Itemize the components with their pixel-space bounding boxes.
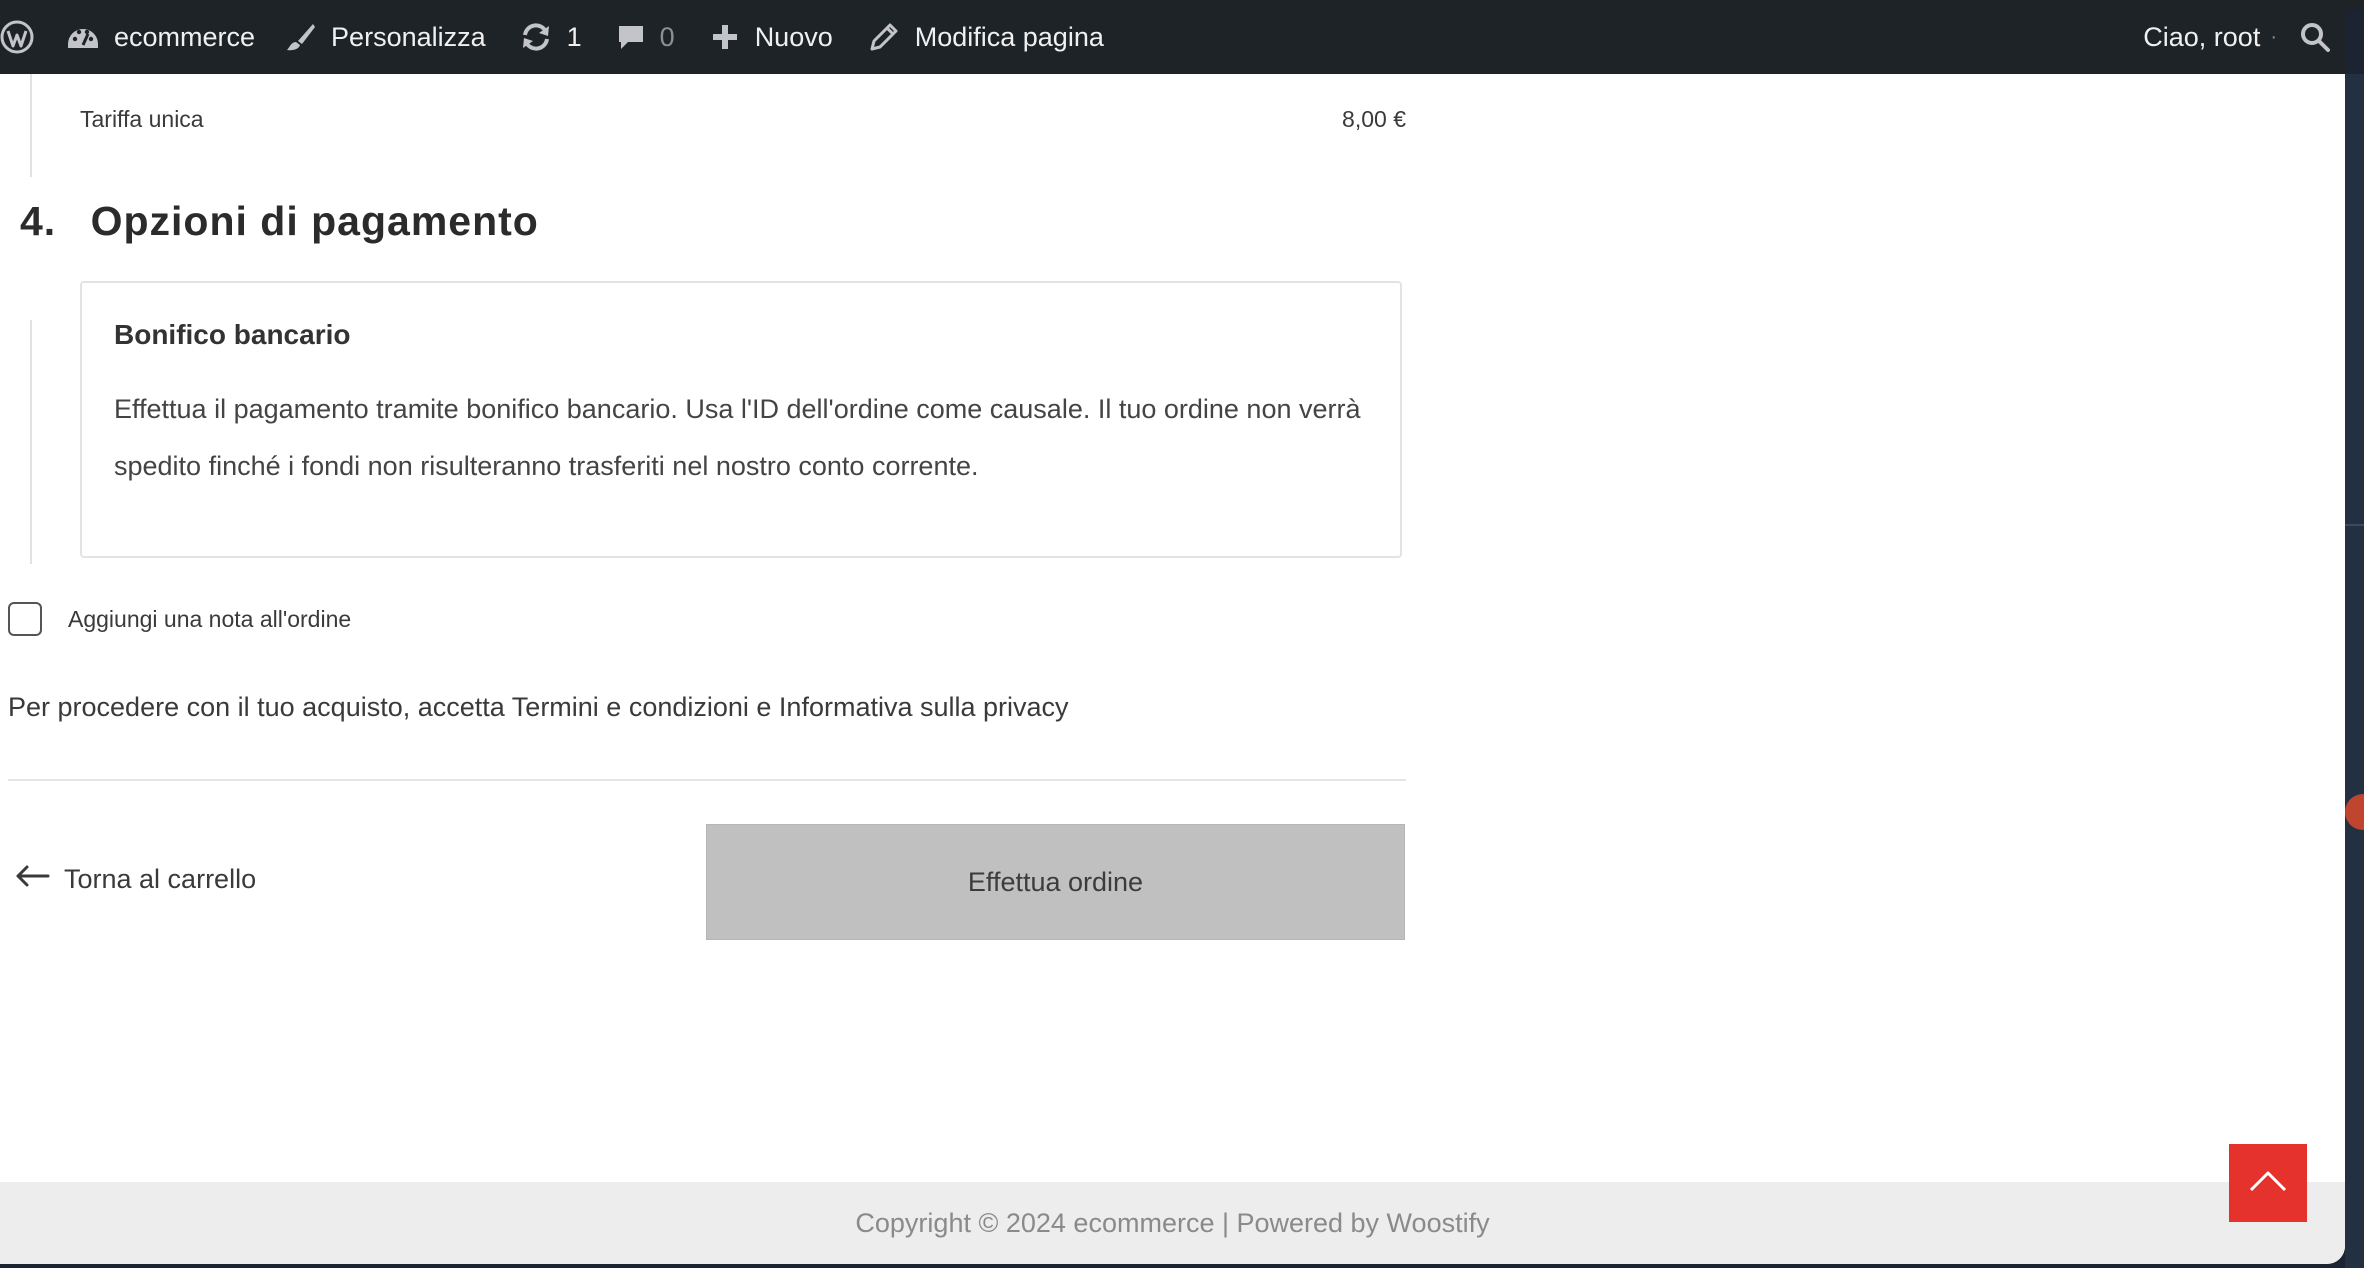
place-order-label: Effettua ordine (967, 866, 1144, 897)
site-name-label: ecommerce (114, 21, 256, 52)
payment-method-description: Effettua il pagamento tramite bonifico b… (114, 394, 1361, 481)
updates-icon (519, 22, 553, 52)
greeting-label: Ciao, root (2143, 21, 2261, 52)
wp-admin-bar: ecommerce Personalizza 1 0 Nuovo Modific… (0, 0, 2345, 74)
wordpress-icon (0, 20, 34, 54)
new-label: Nuovo (754, 21, 833, 52)
comments-icon (616, 22, 646, 52)
back-to-cart-link[interactable]: Torna al carrello (14, 864, 256, 895)
site-footer: Copyright © 2024 ecommerce | Powered by … (0, 1182, 2345, 1264)
terms-notice: Per procedere con il tuo acquisto, accet… (8, 692, 1069, 722)
dashboard-icon (66, 22, 100, 52)
payment-options-heading: 4. Opzioni di pagamento (20, 198, 539, 245)
shipping-method-label: Tariffa unica (80, 106, 204, 132)
comments-count: 0 (659, 21, 675, 52)
place-order-button[interactable]: Effettua ordine (706, 824, 1405, 940)
step-connector-line (30, 74, 32, 177)
payment-method-title: Bonifico bancario (114, 319, 351, 350)
edit-page-menu[interactable]: Modifica pagina (869, 0, 1104, 74)
arrow-left-icon (14, 864, 50, 895)
background-window-edge (2345, 74, 2364, 1268)
customize-menu[interactable]: Personalizza (285, 0, 486, 74)
shipping-method-price: 8,00 € (1342, 106, 1406, 132)
updates-count: 1 (566, 21, 582, 52)
wp-logo-menu[interactable] (0, 0, 34, 74)
new-content-menu[interactable]: Nuovo (711, 0, 833, 74)
divider (8, 779, 1406, 781)
step-title: Opzioni di pagamento (90, 198, 539, 244)
brush-icon (285, 21, 317, 53)
customize-label: Personalizza (331, 21, 486, 52)
order-note-checkbox[interactable] (8, 602, 42, 636)
chevron-up-icon (2248, 1169, 2288, 1198)
plus-icon (711, 23, 739, 51)
footer-copyright: Copyright © 2024 ecommerce | Powered by … (855, 1207, 1490, 1238)
back-to-top-button[interactable] (2229, 1144, 2307, 1222)
order-note-label: Aggiungi una nota all'ordine (68, 605, 352, 632)
step-number: 4. (20, 198, 57, 244)
site-name-menu[interactable]: ecommerce (66, 0, 255, 74)
search-icon (2299, 21, 2331, 53)
checkout-page: Tariffa unica 8,00 € 4. Opzioni di pagam… (0, 74, 2345, 1264)
admin-search-button[interactable] (2299, 0, 2331, 74)
comments-menu[interactable]: 0 (616, 0, 675, 74)
shipping-method-row: Tariffa unica 8,00 € (80, 106, 1406, 133)
back-to-cart-label: Torna al carrello (64, 864, 257, 894)
updates-menu[interactable]: 1 (519, 0, 582, 74)
order-note-toggle[interactable]: Aggiungi una nota all'ordine (8, 602, 351, 636)
edit-page-label: Modifica pagina (914, 21, 1104, 52)
payment-method-box[interactable]: Bonifico bancario Effettua il pagamento … (80, 281, 1402, 558)
account-menu[interactable]: Ciao, root · (2143, 0, 2277, 74)
step-connector-line (30, 320, 32, 564)
account-dot-icon: · (2270, 25, 2277, 48)
pencil-icon (869, 22, 899, 52)
